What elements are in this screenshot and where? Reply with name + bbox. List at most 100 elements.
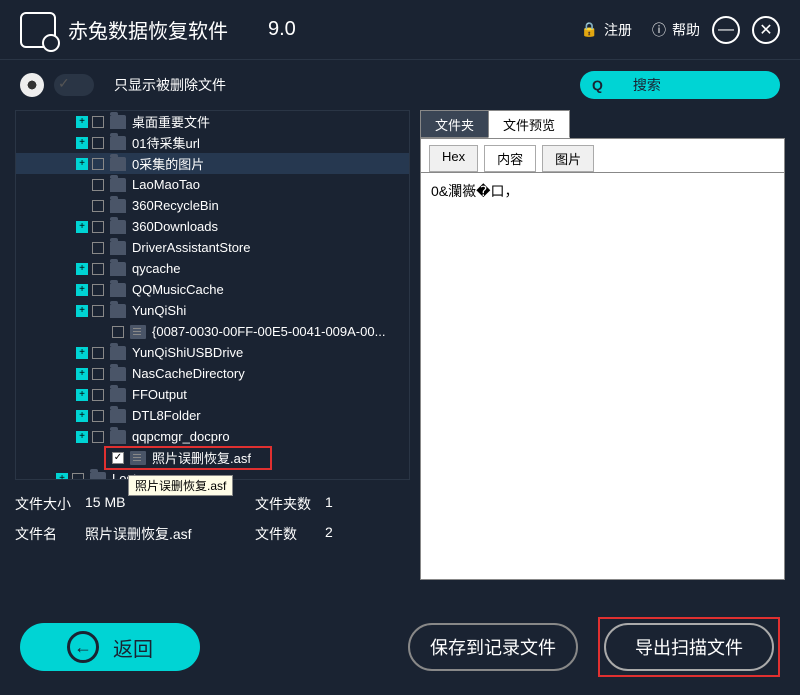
tab-preview[interactable]: 文件预览 [488, 110, 570, 138]
folder-icon [110, 304, 126, 318]
export-button[interactable]: 导出扫描文件 [604, 623, 774, 671]
checkbox[interactable] [92, 263, 104, 275]
file-icon [130, 451, 146, 465]
tree-item[interactable]: +YunQiShiUSBDrive [16, 342, 409, 363]
titlebar: 赤兔数据恢复软件 9.0 🔒 注册 ⓘ 帮助 — ✕ [0, 0, 800, 60]
tree-panel: +桌面重要文件+01待采集url+0采集的图片LaoMaoTao360Recyc… [15, 110, 410, 580]
preview-subtabs: Hex 内容 图片 [420, 138, 785, 172]
subtab-image[interactable]: 图片 [542, 145, 594, 172]
expand-icon[interactable]: + [56, 473, 68, 481]
checkbox[interactable] [92, 368, 104, 380]
tree-item[interactable]: + YunQiShi [16, 300, 409, 321]
expand-icon[interactable]: + [76, 347, 88, 359]
tree-item-label: YunQiShi [132, 303, 186, 318]
file-tree[interactable]: +桌面重要文件+01待采集url+0采集的图片LaoMaoTao360Recyc… [15, 110, 410, 480]
minimize-button[interactable]: — [712, 16, 740, 44]
tree-item[interactable]: 360RecycleBin [16, 195, 409, 216]
tree-item-label: 360RecycleBin [132, 198, 219, 213]
expand-icon[interactable]: + [76, 221, 88, 233]
tree-item[interactable]: + FFOutput [16, 384, 409, 405]
checkbox[interactable] [92, 305, 104, 317]
tree-item[interactable]: + 桌面重要文件 [16, 111, 409, 132]
disc-icon[interactable] [20, 73, 44, 97]
expand-icon[interactable]: + [76, 116, 88, 128]
register-button[interactable]: 🔒 注册 [581, 20, 632, 40]
expand-icon[interactable]: + [76, 158, 88, 170]
checkbox[interactable] [92, 179, 104, 191]
expand-icon[interactable]: + [76, 305, 88, 317]
tree-tooltip: 照片误删恢复.asf [128, 475, 233, 496]
tree-item[interactable]: +01待采集url [16, 132, 409, 153]
tree-item[interactable]: +360Downloads [16, 216, 409, 237]
tree-item[interactable]: +NasCacheDirectory [16, 363, 409, 384]
folder-count-label: 文件夹数 [255, 494, 325, 514]
tree-item-label: qycache [132, 261, 180, 276]
tree-item-label: QQMusicCache [132, 282, 224, 297]
folder-icon [110, 262, 126, 276]
checkbox[interactable] [92, 431, 104, 443]
tree-item[interactable]: DriverAssistantStore [16, 237, 409, 258]
filter-label: 只显示被删除文件 [114, 75, 226, 95]
expand-icon[interactable]: + [76, 284, 88, 296]
file-count-value: 2 [325, 524, 333, 544]
checkbox[interactable] [92, 221, 104, 233]
tree-item[interactable]: + QQMusicCache [16, 279, 409, 300]
preview-content: 0&瀾嶶�口， [420, 172, 785, 580]
app-version: 9.0 [268, 18, 296, 41]
bottom-bar: ← 返回 保存到记录文件 导出扫描文件 [0, 617, 800, 677]
folder-icon [110, 115, 126, 129]
tree-item[interactable]: {0087-0030-00FF-00E5-0041-009A-00... [16, 321, 409, 342]
tab-folder[interactable]: 文件夹 [420, 110, 489, 138]
tree-item-label: DTL8Folder [132, 408, 201, 423]
tree-item-label: 360Downloads [132, 219, 218, 234]
expand-icon[interactable]: + [76, 410, 88, 422]
expand-icon[interactable]: + [76, 431, 88, 443]
checkbox[interactable] [92, 410, 104, 422]
search-bar[interactable]: Q 搜索 [580, 71, 780, 99]
subtab-content[interactable]: 内容 [484, 145, 536, 172]
size-label: 文件大小 [15, 494, 85, 514]
checkbox[interactable]: ✓ [112, 452, 124, 464]
folder-icon [110, 157, 126, 171]
subtab-hex[interactable]: Hex [429, 145, 478, 172]
deleted-only-toggle[interactable] [54, 74, 94, 96]
expand-icon[interactable]: + [76, 368, 88, 380]
checkbox[interactable] [92, 116, 104, 128]
checkbox[interactable] [92, 389, 104, 401]
checkbox[interactable] [92, 284, 104, 296]
checkbox[interactable] [92, 200, 104, 212]
tree-item-label: 桌面重要文件 [132, 112, 210, 131]
app-logo-icon [20, 12, 56, 48]
checkbox[interactable] [92, 242, 104, 254]
checkbox[interactable] [112, 326, 124, 338]
folder-icon [110, 346, 126, 360]
tree-item[interactable]: +0采集的图片 [16, 153, 409, 174]
back-button[interactable]: ← 返回 [20, 623, 200, 671]
checkbox[interactable] [92, 137, 104, 149]
checkbox[interactable] [72, 473, 84, 481]
save-log-button[interactable]: 保存到记录文件 [408, 623, 578, 671]
tree-item[interactable]: LaoMaoTao [16, 174, 409, 195]
name-label: 文件名 [15, 524, 85, 544]
lock-icon: 🔒 [581, 21, 598, 38]
name-value: 照片误删恢复.asf [85, 524, 255, 544]
tree-item[interactable]: + qycache [16, 258, 409, 279]
tree-item-label: 01待采集url [132, 133, 200, 152]
checkbox[interactable] [92, 158, 104, 170]
help-button[interactable]: ⓘ 帮助 [652, 20, 700, 40]
app-title: 赤兔数据恢复软件 [68, 15, 228, 44]
tree-item[interactable]: +qqpcmgr_docpro [16, 426, 409, 447]
tree-item[interactable]: ✓照片误删恢复.asf [16, 447, 409, 468]
close-button[interactable]: ✕ [752, 16, 780, 44]
file-count-label: 文件数 [255, 524, 325, 544]
file-icon [130, 325, 146, 339]
main-area: +桌面重要文件+01待采集url+0采集的图片LaoMaoTao360Recyc… [0, 110, 800, 580]
checkbox[interactable] [92, 347, 104, 359]
expand-icon[interactable]: + [76, 137, 88, 149]
expand-icon[interactable]: + [76, 263, 88, 275]
folder-icon [110, 367, 126, 381]
tree-item-label: {0087-0030-00FF-00E5-0041-009A-00... [152, 324, 385, 339]
tree-item-label: FFOutput [132, 387, 187, 402]
expand-icon[interactable]: + [76, 389, 88, 401]
tree-item[interactable]: + DTL8Folder [16, 405, 409, 426]
